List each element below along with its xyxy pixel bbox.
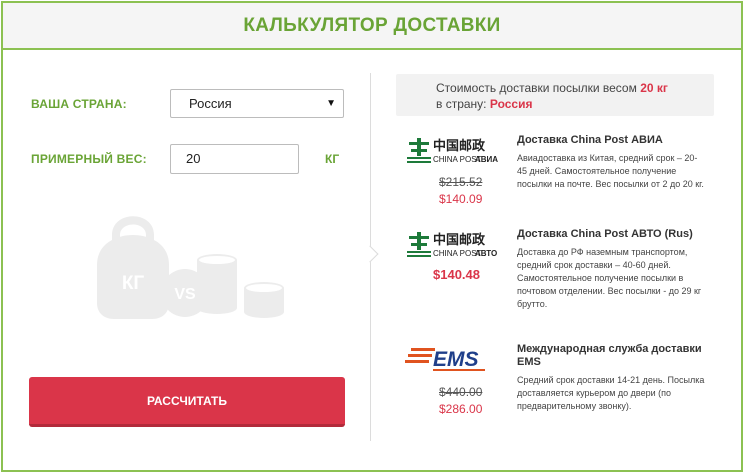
country-select-value: Россия — [189, 96, 232, 111]
logo-badge-text: АВТО — [475, 249, 497, 258]
china-post-logo-icon: 中国邮政 CHINA POST АВИА — [407, 138, 498, 164]
logo-cn-text: 中国邮政 — [433, 232, 486, 248]
calculator-header: КАЛЬКУЛЯТОР ДОСТАВКИ — [3, 3, 741, 50]
weight-unit: КГ — [325, 152, 340, 166]
offer-description: Доставка до РФ наземным транспортом, сре… — [517, 247, 702, 309]
old-price: $215.52 — [439, 175, 483, 189]
price: $140.09 — [439, 192, 483, 206]
illustration-vs-text: VS — [174, 286, 196, 303]
offer-china-post-auto[interactable]: 中国邮政 CHINA POST АВТО $140.48 Доставка Ch… — [405, 228, 705, 324]
page-title: КАЛЬКУЛЯТОР ДОСТАВКИ — [243, 14, 501, 36]
offer-title[interactable]: Доставка China Post АВТО (Rus) — [517, 228, 707, 241]
old-price: $440.00 — [439, 385, 483, 399]
weight-label: ПРИМЕРНЫЙ ВЕС: — [31, 152, 147, 166]
offer-title[interactable]: Международная служба доставки EMS — [517, 343, 707, 369]
ems-logo-icon: EMS — [405, 348, 485, 371]
china-post-logo-icon: 中国邮政 CHINA POST АВТО — [407, 232, 497, 258]
offer-description: Авиадоставка из Китая, средний срок – 20… — [517, 153, 704, 189]
kettlebell-coins-illustration: КГ VS — [97, 216, 284, 319]
weight-input[interactable]: 20 — [170, 144, 299, 174]
illustration-kg-text: КГ — [122, 273, 145, 294]
calculate-button[interactable]: РАССЧИТАТЬ — [29, 377, 345, 427]
country-label: ВАША СТРАНА: — [31, 97, 127, 111]
summary-country-prefix: в страну: — [436, 97, 487, 111]
chevron-down-icon[interactable]: ▼ — [326, 98, 336, 109]
country-select[interactable]: Россия ▼ — [170, 89, 344, 118]
delivery-summary: Стоимость доставки посылки весом 20 кг в… — [396, 74, 714, 116]
offer-title[interactable]: Доставка China Post АВИА — [517, 134, 707, 147]
offer-description: Средний срок доставки 14-21 день. Посылк… — [517, 375, 705, 411]
offer-ems[interactable]: EMS $440.00 $286.00 Международная служба… — [405, 343, 705, 423]
price: $286.00 — [439, 402, 483, 416]
summary-prefix: Стоимость доставки посылки весом — [436, 81, 637, 95]
price: $140.48 — [433, 267, 480, 282]
summary-weight: 20 кг — [640, 81, 668, 95]
logo-badge-text: АВИА — [475, 155, 498, 164]
offer-china-post-avia[interactable]: 中国邮政 CHINA POST АВИА $215.52 $140.09 Дос… — [405, 134, 705, 214]
summary-country: Россия — [489, 97, 533, 111]
logo-cn-text: 中国邮政 — [433, 138, 486, 154]
logo-ems-text: EMS — [433, 348, 479, 371]
